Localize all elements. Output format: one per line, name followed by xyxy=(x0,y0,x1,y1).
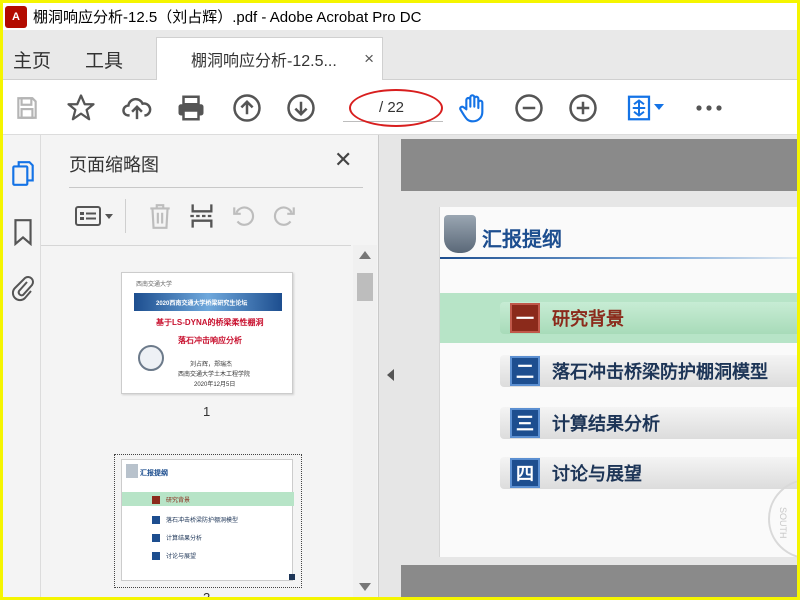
outline-item-4: 四 讨论与展望 xyxy=(500,457,797,489)
toolbar: / 22 xyxy=(3,80,797,135)
thumb2-logo xyxy=(126,464,138,478)
cloud-upload-icon[interactable] xyxy=(121,92,153,124)
scroll-up-icon[interactable] xyxy=(359,251,371,259)
pages-icon[interactable] xyxy=(9,159,37,189)
slide-heading: 汇报提纲 xyxy=(482,229,562,251)
thumb2-item: 落石冲击桥梁防护棚洞模型 xyxy=(152,515,238,524)
thumb1-banner: 2020西南交通大学桥梁研究生论坛 xyxy=(134,293,282,311)
window-title: 棚洞响应分析-12.5（刘占辉）.pdf - Adobe Acrobat Pro… xyxy=(33,9,422,26)
title-bar: A 棚洞响应分析-12.5（刘占辉）.pdf - Adobe Acrobat P… xyxy=(3,3,797,30)
thumb-page-number-2: 2 xyxy=(203,590,210,597)
pane-divider xyxy=(69,187,363,188)
hand-icon[interactable] xyxy=(457,92,489,124)
scroll-down-icon[interactable] xyxy=(359,583,371,591)
thumb2-highlight-band xyxy=(122,492,294,506)
outline-number: 四 xyxy=(510,458,540,488)
attachment-icon[interactable] xyxy=(9,273,37,303)
thumb-page-number-1: 1 xyxy=(203,404,211,419)
bookmark-icon[interactable] xyxy=(9,217,37,247)
page-thumbnail-1[interactable]: 西南交通大学 2020西南交通大学桥梁研究生论坛 基于LS-DYNA的桥梁柔性棚… xyxy=(121,272,293,394)
watermark-text: SOUTH xyxy=(778,507,788,539)
thumbnail-options-icon[interactable] xyxy=(73,201,117,231)
thumbnail-list: 西南交通大学 2020西南交通大学桥梁研究生论坛 基于LS-DYNA的桥梁柔性棚… xyxy=(41,245,351,597)
thumb2-item: 讨论与展望 xyxy=(152,551,196,560)
tab-document[interactable]: 棚洞响应分析-12.5... × xyxy=(156,37,383,80)
outline-number: 一 xyxy=(510,303,540,333)
outline-item-2: 二 落石冲击桥梁防护棚洞模型 xyxy=(500,355,797,387)
zoom-in-icon[interactable] xyxy=(567,92,599,124)
tab-bar: 主页 工具 棚洞响应分析-12.5... × xyxy=(3,30,797,80)
outline-item-1: 一 研究背景 xyxy=(500,302,797,334)
close-pane-button[interactable]: ✕ xyxy=(334,147,352,173)
thumb1-title-line1: 基于LS-DYNA的桥梁柔性棚洞 xyxy=(156,318,264,327)
outline-number: 二 xyxy=(510,356,540,386)
tool-separator xyxy=(125,199,126,233)
acrobat-icon: A xyxy=(5,5,27,28)
outline-item-3: 三 计算结果分析 xyxy=(500,407,797,439)
arrow-up-circle-icon[interactable] xyxy=(231,92,263,124)
thumb1-banner-text: 2020西南交通大学桥梁研究生论坛 xyxy=(156,301,248,307)
document-viewer[interactable]: 汇报提纲 一 研究背景 二 落石冲击桥梁防护棚洞模型 三 计算结果分析 四 讨论… xyxy=(379,135,797,597)
outline-label: 落石冲击桥梁防护棚洞模型 xyxy=(552,362,768,382)
thumb1-title-line2: 落石冲击响应分析 xyxy=(178,336,242,345)
thumb1-institute: 西南交通大学土木工程学院 xyxy=(178,372,251,378)
chevron-down-icon[interactable] xyxy=(651,92,667,124)
slide-page: 汇报提纲 一 研究背景 二 落石冲击桥梁防护棚洞模型 三 计算结果分析 四 讨论… xyxy=(439,207,797,559)
outline-label: 讨论与展望 xyxy=(552,464,642,484)
thumb1-date: 2020年12月5日 xyxy=(194,382,236,388)
university-logo-icon xyxy=(444,215,476,253)
rotate-right-icon[interactable] xyxy=(269,201,299,231)
left-rail xyxy=(3,135,41,597)
university-seal-icon xyxy=(138,345,164,371)
more-icon[interactable] xyxy=(693,92,725,124)
thumb1-school: 西南交通大学 xyxy=(136,282,173,288)
collapse-pane-icon[interactable] xyxy=(387,369,394,381)
close-tab-button[interactable]: × xyxy=(364,49,374,69)
tab-home[interactable]: 主页 xyxy=(13,46,51,73)
insert-page-icon[interactable] xyxy=(187,201,217,231)
tab-document-label: 棚洞响应分析-12.5... xyxy=(191,53,337,70)
outline-label: 计算结果分析 xyxy=(552,414,660,434)
rotate-left-icon[interactable] xyxy=(229,201,259,231)
star-icon[interactable] xyxy=(65,92,97,124)
thumb2-item: 研究背景 xyxy=(152,495,190,504)
thumb2-title: 汇报提纲 xyxy=(140,470,168,477)
red-annotation-ellipse xyxy=(349,89,443,127)
pane-toolbar xyxy=(69,195,363,239)
save-icon[interactable] xyxy=(11,92,43,124)
page-thumbnail-2[interactable]: 汇报提纲 研究背景 落石冲击桥梁防护棚洞模型 计算结果分析 讨论与展望 xyxy=(121,459,294,581)
arrow-down-circle-icon[interactable] xyxy=(285,92,317,124)
outline-label: 研究背景 xyxy=(552,309,624,329)
thumbnail-scrollbar[interactable] xyxy=(353,245,377,597)
scrollbar-thumb[interactable] xyxy=(357,273,373,301)
pane-title: 页面缩略图 xyxy=(69,155,159,175)
zoom-out-icon[interactable] xyxy=(513,92,545,124)
page-gap-bottom xyxy=(401,565,797,597)
print-icon[interactable] xyxy=(175,92,207,124)
outline-number: 三 xyxy=(510,408,540,438)
delete-icon[interactable] xyxy=(145,201,175,231)
heading-underline xyxy=(440,257,797,259)
acrobat-window: A 棚洞响应分析-12.5（刘占辉）.pdf - Adobe Acrobat P… xyxy=(3,3,797,597)
thumbnail-resize-handle[interactable] xyxy=(289,574,295,580)
thumbnails-pane: 页面缩略图 ✕ 西南交通大学 2020西南交通大学桥梁研究生论坛 基于LS-DY… xyxy=(41,135,379,597)
tab-tools[interactable]: 工具 xyxy=(85,46,123,73)
page-gap-top xyxy=(401,139,797,191)
thumb1-authors: 刘占辉，郑瑞杰 xyxy=(190,362,233,368)
thumb2-item: 计算结果分析 xyxy=(152,533,202,542)
